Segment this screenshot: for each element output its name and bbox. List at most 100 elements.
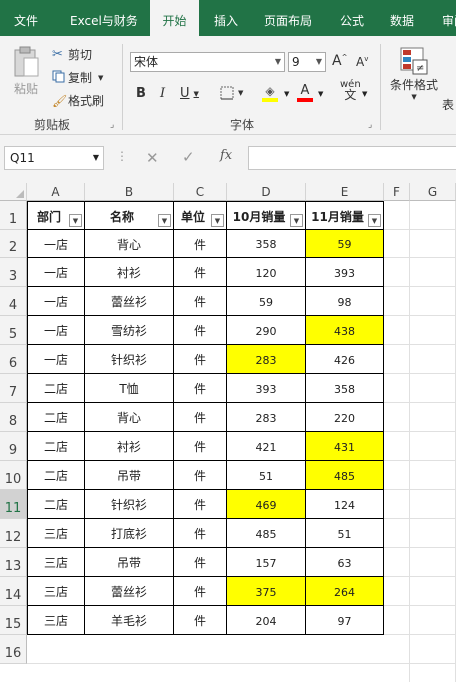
table-cell[interactable]: 件 xyxy=(174,287,227,316)
table-cell[interactable]: 485 xyxy=(227,519,306,548)
row-header-4[interactable]: 4 xyxy=(0,287,27,316)
table-cell[interactable]: 打底衫 xyxy=(85,519,174,548)
tab-excel-finance[interactable]: Excel与财务 xyxy=(70,0,138,36)
dialog-launcher-icon[interactable]: ⌟ xyxy=(368,120,372,130)
row-header-13[interactable]: 13 xyxy=(0,548,27,577)
table-cell[interactable]: 羊毛衫 xyxy=(85,606,174,635)
font-size-combo[interactable]: 9 ▼ xyxy=(288,52,326,72)
fill-color-button[interactable]: ◈ xyxy=(262,84,278,102)
table-cell[interactable]: 针织衫 xyxy=(85,490,174,519)
table-cell[interactable]: 204 xyxy=(227,606,306,635)
row-header-6[interactable]: 6 xyxy=(0,345,27,374)
table-cell[interactable]: 485 xyxy=(306,461,384,490)
table-format-button[interactable]: 表 xyxy=(442,96,454,113)
table-cell[interactable]: 51 xyxy=(306,519,384,548)
table-cell[interactable]: 一店 xyxy=(27,230,85,258)
table-cell[interactable]: 157 xyxy=(227,548,306,577)
font-color-button[interactable]: A xyxy=(297,83,313,102)
underline-button[interactable]: U ▼ xyxy=(180,86,199,101)
table-cell[interactable]: 393 xyxy=(306,258,384,287)
table-cell[interactable]: 283 xyxy=(227,345,306,374)
column-header-e[interactable]: E xyxy=(306,183,384,201)
table-cell[interactable]: 三店 xyxy=(27,519,85,548)
table-cell[interactable]: 264 xyxy=(306,577,384,606)
increase-font-button[interactable]: A^ xyxy=(332,53,347,69)
table-cell[interactable]: 件 xyxy=(174,316,227,345)
table-cell[interactable]: 件 xyxy=(174,519,227,548)
table-header-cell[interactable]: 部门 ▼ xyxy=(27,201,85,230)
tab-data[interactable]: 数据 xyxy=(390,0,414,36)
row-header-12[interactable]: 12 xyxy=(0,519,27,548)
name-box[interactable]: Q11 ▼ xyxy=(4,146,104,170)
font-name-combo[interactable]: 宋体 ▼ xyxy=(130,52,285,72)
table-cell[interactable]: 件 xyxy=(174,548,227,577)
formula-input[interactable] xyxy=(248,146,456,170)
table-cell[interactable]: 背心 xyxy=(85,230,174,258)
filter-dropdown-icon[interactable]: ▼ xyxy=(211,214,224,227)
table-cell[interactable]: 220 xyxy=(306,403,384,432)
table-cell[interactable]: 98 xyxy=(306,287,384,316)
cancel-icon[interactable]: ✕ xyxy=(146,149,159,167)
table-cell[interactable]: 背心 xyxy=(85,403,174,432)
table-cell[interactable]: 一店 xyxy=(27,316,85,345)
select-all-corner[interactable] xyxy=(0,183,27,201)
row-header-2[interactable]: 2 xyxy=(0,230,27,258)
table-cell[interactable]: 件 xyxy=(174,461,227,490)
column-header-g[interactable]: G xyxy=(410,183,456,201)
column-header-a[interactable]: A xyxy=(27,183,85,201)
table-cell[interactable]: 358 xyxy=(306,374,384,403)
tab-file[interactable]: 文件 xyxy=(14,0,38,36)
table-header-cell[interactable]: 11月销量 ▼ xyxy=(306,201,384,230)
row-header-15[interactable]: 15 xyxy=(0,606,27,635)
table-cell[interactable]: 衬衫 xyxy=(85,432,174,461)
table-header-cell[interactable]: 名称 ▼ xyxy=(85,201,174,230)
tab-page-layout[interactable]: 页面布局 xyxy=(264,0,312,36)
format-painter-button[interactable]: 🖌 格式刷 xyxy=(52,92,104,109)
row-header-8[interactable]: 8 xyxy=(0,403,27,432)
italic-button[interactable]: I xyxy=(160,86,165,101)
phonetic-guide-button[interactable]: wén 文 xyxy=(340,80,361,102)
table-cell[interactable]: 一店 xyxy=(27,258,85,287)
table-cell[interactable]: 件 xyxy=(174,345,227,374)
table-cell[interactable]: 蕾丝衫 xyxy=(85,577,174,606)
table-cell[interactable]: 426 xyxy=(306,345,384,374)
bold-button[interactable]: B xyxy=(136,86,146,101)
table-cell[interactable]: 蕾丝衫 xyxy=(85,287,174,316)
row-header-1[interactable]: 1 xyxy=(0,201,27,230)
table-cell[interactable]: 件 xyxy=(174,230,227,258)
table-cell[interactable]: 雪纺衫 xyxy=(85,316,174,345)
copy-button[interactable]: 复制 ▼ xyxy=(52,69,103,86)
borders-button[interactable]: ▼ xyxy=(220,86,243,100)
tab-review[interactable]: 审阅 xyxy=(442,0,456,36)
row-header-7[interactable]: 7 xyxy=(0,374,27,403)
table-cell[interactable]: 59 xyxy=(306,230,384,258)
insert-function-icon[interactable]: fx xyxy=(220,148,232,163)
table-cell[interactable]: 375 xyxy=(227,577,306,606)
row-header-10[interactable]: 10 xyxy=(0,461,27,490)
table-cell[interactable]: T恤 xyxy=(85,374,174,403)
table-cell[interactable]: 469 xyxy=(227,490,306,519)
filter-dropdown-icon[interactable]: ▼ xyxy=(290,214,303,227)
table-cell[interactable]: 件 xyxy=(174,403,227,432)
table-cell[interactable]: 124 xyxy=(306,490,384,519)
table-cell[interactable]: 393 xyxy=(227,374,306,403)
table-cell[interactable]: 件 xyxy=(174,432,227,461)
table-header-cell[interactable]: 单位 ▼ xyxy=(174,201,227,230)
table-cell[interactable]: 51 xyxy=(227,461,306,490)
row-header-11[interactable]: 11 xyxy=(0,490,27,519)
table-cell[interactable]: 120 xyxy=(227,258,306,287)
table-cell[interactable]: 283 xyxy=(227,403,306,432)
chevron-down-icon[interactable]: ▼ xyxy=(284,90,289,98)
table-cell[interactable]: 421 xyxy=(227,432,306,461)
paste-button[interactable]: 粘贴 xyxy=(12,46,40,97)
table-cell[interactable]: 二店 xyxy=(27,403,85,432)
column-header-c[interactable]: C xyxy=(174,183,227,201)
table-cell[interactable]: 290 xyxy=(227,316,306,345)
chevron-down-icon[interactable]: ▼ xyxy=(362,90,367,98)
column-header-f[interactable]: F xyxy=(384,183,410,201)
table-header-cell[interactable]: 10月销量 ▼ xyxy=(227,201,306,230)
table-cell[interactable]: 衬衫 xyxy=(85,258,174,287)
cut-button[interactable]: ✂ 剪切 xyxy=(52,46,92,63)
table-cell[interactable]: 吊带 xyxy=(85,548,174,577)
table-cell[interactable]: 三店 xyxy=(27,606,85,635)
